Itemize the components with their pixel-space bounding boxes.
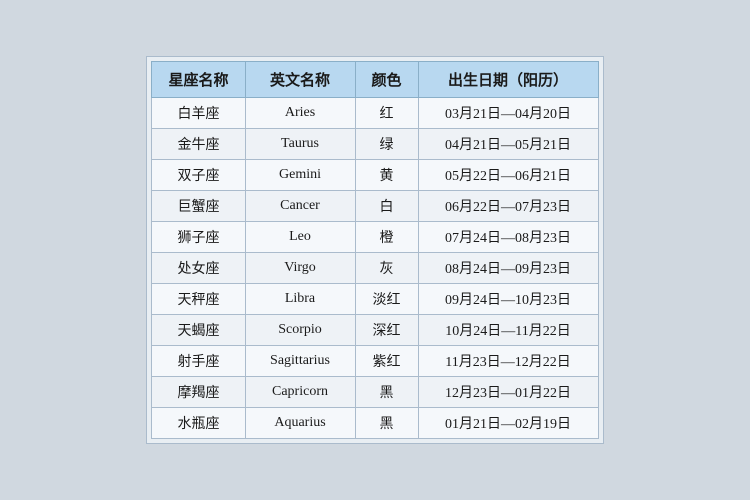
cell-en: Scorpio xyxy=(245,315,355,346)
table-row: 天蝎座Scorpio深红10月24日—11月22日 xyxy=(152,315,598,346)
header-cn: 星座名称 xyxy=(152,62,245,98)
table-header-row: 星座名称 英文名称 颜色 出生日期（阳历） xyxy=(152,62,598,98)
header-date: 出生日期（阳历） xyxy=(418,62,598,98)
cell-date: 10月24日—11月22日 xyxy=(418,315,598,346)
cell-en: Sagittarius xyxy=(245,346,355,377)
cell-color: 淡红 xyxy=(355,284,418,315)
table-row: 水瓶座Aquarius黑01月21日—02月19日 xyxy=(152,408,598,439)
table-row: 金牛座Taurus绿04月21日—05月21日 xyxy=(152,129,598,160)
cell-color: 黑 xyxy=(355,377,418,408)
header-color: 颜色 xyxy=(355,62,418,98)
cell-date: 01月21日—02月19日 xyxy=(418,408,598,439)
cell-color: 白 xyxy=(355,191,418,222)
cell-en: Aquarius xyxy=(245,408,355,439)
cell-color: 红 xyxy=(355,98,418,129)
cell-en: Gemini xyxy=(245,160,355,191)
cell-cn: 巨蟹座 xyxy=(152,191,245,222)
cell-date: 08月24日—09月23日 xyxy=(418,253,598,284)
cell-en: Aries xyxy=(245,98,355,129)
cell-en: Taurus xyxy=(245,129,355,160)
zodiac-table: 星座名称 英文名称 颜色 出生日期（阳历） 白羊座Aries红03月21日—04… xyxy=(151,61,598,439)
cell-cn: 天蝎座 xyxy=(152,315,245,346)
cell-color: 绿 xyxy=(355,129,418,160)
header-en: 英文名称 xyxy=(245,62,355,98)
cell-color: 黑 xyxy=(355,408,418,439)
cell-en: Virgo xyxy=(245,253,355,284)
cell-en: Cancer xyxy=(245,191,355,222)
cell-date: 09月24日—10月23日 xyxy=(418,284,598,315)
cell-color: 深红 xyxy=(355,315,418,346)
table-row: 双子座Gemini黄05月22日—06月21日 xyxy=(152,160,598,191)
table-row: 处女座Virgo灰08月24日—09月23日 xyxy=(152,253,598,284)
cell-cn: 双子座 xyxy=(152,160,245,191)
cell-color: 黄 xyxy=(355,160,418,191)
cell-cn: 射手座 xyxy=(152,346,245,377)
cell-cn: 摩羯座 xyxy=(152,377,245,408)
cell-en: Libra xyxy=(245,284,355,315)
cell-cn: 水瓶座 xyxy=(152,408,245,439)
cell-date: 11月23日—12月22日 xyxy=(418,346,598,377)
cell-color: 橙 xyxy=(355,222,418,253)
table-row: 射手座Sagittarius紫红11月23日—12月22日 xyxy=(152,346,598,377)
cell-cn: 处女座 xyxy=(152,253,245,284)
table-row: 白羊座Aries红03月21日—04月20日 xyxy=(152,98,598,129)
cell-en: Leo xyxy=(245,222,355,253)
table-row: 天秤座Libra淡红09月24日—10月23日 xyxy=(152,284,598,315)
cell-date: 04月21日—05月21日 xyxy=(418,129,598,160)
cell-cn: 金牛座 xyxy=(152,129,245,160)
cell-date: 07月24日—08月23日 xyxy=(418,222,598,253)
cell-date: 03月21日—04月20日 xyxy=(418,98,598,129)
cell-en: Capricorn xyxy=(245,377,355,408)
cell-date: 05月22日—06月21日 xyxy=(418,160,598,191)
table-container: 星座名称 英文名称 颜色 出生日期（阳历） 白羊座Aries红03月21日—04… xyxy=(146,56,603,444)
table-row: 摩羯座Capricorn黑12月23日—01月22日 xyxy=(152,377,598,408)
table-row: 狮子座Leo橙07月24日—08月23日 xyxy=(152,222,598,253)
cell-color: 紫红 xyxy=(355,346,418,377)
table-row: 巨蟹座Cancer白06月22日—07月23日 xyxy=(152,191,598,222)
cell-cn: 狮子座 xyxy=(152,222,245,253)
cell-date: 06月22日—07月23日 xyxy=(418,191,598,222)
cell-date: 12月23日—01月22日 xyxy=(418,377,598,408)
cell-cn: 白羊座 xyxy=(152,98,245,129)
cell-cn: 天秤座 xyxy=(152,284,245,315)
cell-color: 灰 xyxy=(355,253,418,284)
